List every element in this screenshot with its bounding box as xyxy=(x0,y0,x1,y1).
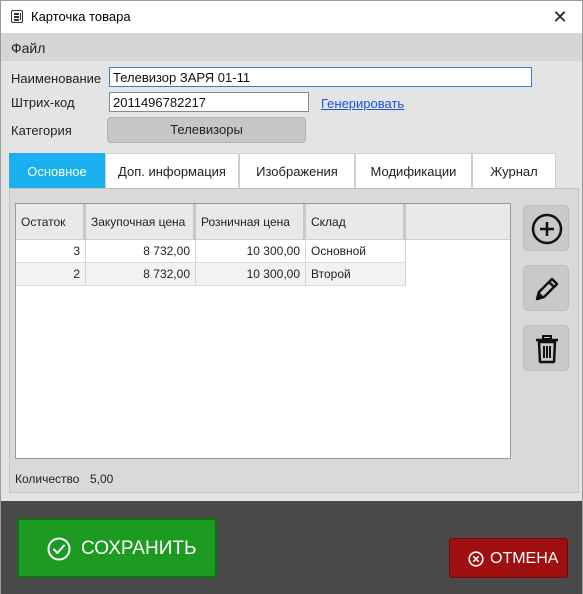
column-header-stock[interactable]: Остаток xyxy=(16,204,86,240)
title-bar[interactable]: Карточка товара ✕ xyxy=(1,1,582,33)
tab-journal[interactable]: Журнал xyxy=(472,153,556,189)
name-label: Наименование xyxy=(11,71,102,86)
cell-purchase-price: 8 732,00 xyxy=(86,263,196,286)
trash-icon xyxy=(536,335,558,364)
cancel-circle-icon xyxy=(468,551,484,567)
column-header-retail-price[interactable]: Розничная цена xyxy=(196,204,306,240)
category-select-button[interactable]: Телевизоры xyxy=(107,117,306,143)
cell-warehouse: Основной xyxy=(306,240,406,263)
quantity-value: 5,00 xyxy=(90,472,114,486)
add-circle-icon xyxy=(531,213,563,245)
close-button[interactable]: ✕ xyxy=(546,3,574,31)
stock-table[interactable]: Остаток Закупочная цена Розничная цена С… xyxy=(15,203,511,459)
save-button[interactable]: СОХРАНИТЬ xyxy=(17,518,217,578)
cell-purchase-price: 8 732,00 xyxy=(86,240,196,263)
app-icon xyxy=(11,10,23,23)
tab-modifications[interactable]: Модификации xyxy=(355,153,472,189)
category-label: Категория xyxy=(11,123,72,138)
cancel-button-label: ОТМЕНА xyxy=(490,550,559,567)
cell-warehouse: Второй xyxy=(306,263,406,286)
column-header-purchase-price[interactable]: Закупочная цена xyxy=(86,204,196,240)
tab-extra-info[interactable]: Доп. информация xyxy=(105,153,239,189)
menu-bar: Файл xyxy=(1,33,582,61)
tab-images[interactable]: Изображения xyxy=(239,153,355,189)
window-title: Карточка товара xyxy=(31,9,131,24)
cancel-button[interactable]: ОТМЕНА xyxy=(449,538,568,578)
column-header-warehouse[interactable]: Склад xyxy=(306,204,406,240)
menu-file[interactable]: Файл xyxy=(11,40,45,56)
barcode-label: Штрих-код xyxy=(11,95,75,110)
add-row-button[interactable] xyxy=(523,205,569,251)
quantity-label: Количество xyxy=(15,472,80,486)
cell-retail-price: 10 300,00 xyxy=(196,240,306,263)
tab-main[interactable]: Основное xyxy=(9,153,105,189)
product-card-window: Карточка товара ✕ Файл Наименование Штри… xyxy=(0,0,583,594)
edit-row-button[interactable] xyxy=(523,265,569,311)
barcode-field[interactable] xyxy=(109,92,309,112)
cell-stock: 2 xyxy=(16,263,86,286)
generate-barcode-link[interactable]: Генерировать xyxy=(321,96,404,111)
table-row[interactable]: 2 8 732,00 10 300,00 Второй xyxy=(16,263,406,286)
name-field[interactable] xyxy=(109,67,532,87)
cell-stock: 3 xyxy=(16,240,86,263)
pencil-icon xyxy=(535,277,559,301)
save-button-label: СОХРАНИТЬ xyxy=(81,538,197,559)
table-row[interactable]: 3 8 732,00 10 300,00 Основной xyxy=(16,240,406,263)
table-header: Остаток Закупочная цена Розничная цена С… xyxy=(16,204,510,240)
cell-retail-price: 10 300,00 xyxy=(196,263,306,286)
delete-row-button[interactable] xyxy=(523,325,569,371)
check-circle-icon xyxy=(47,537,71,561)
